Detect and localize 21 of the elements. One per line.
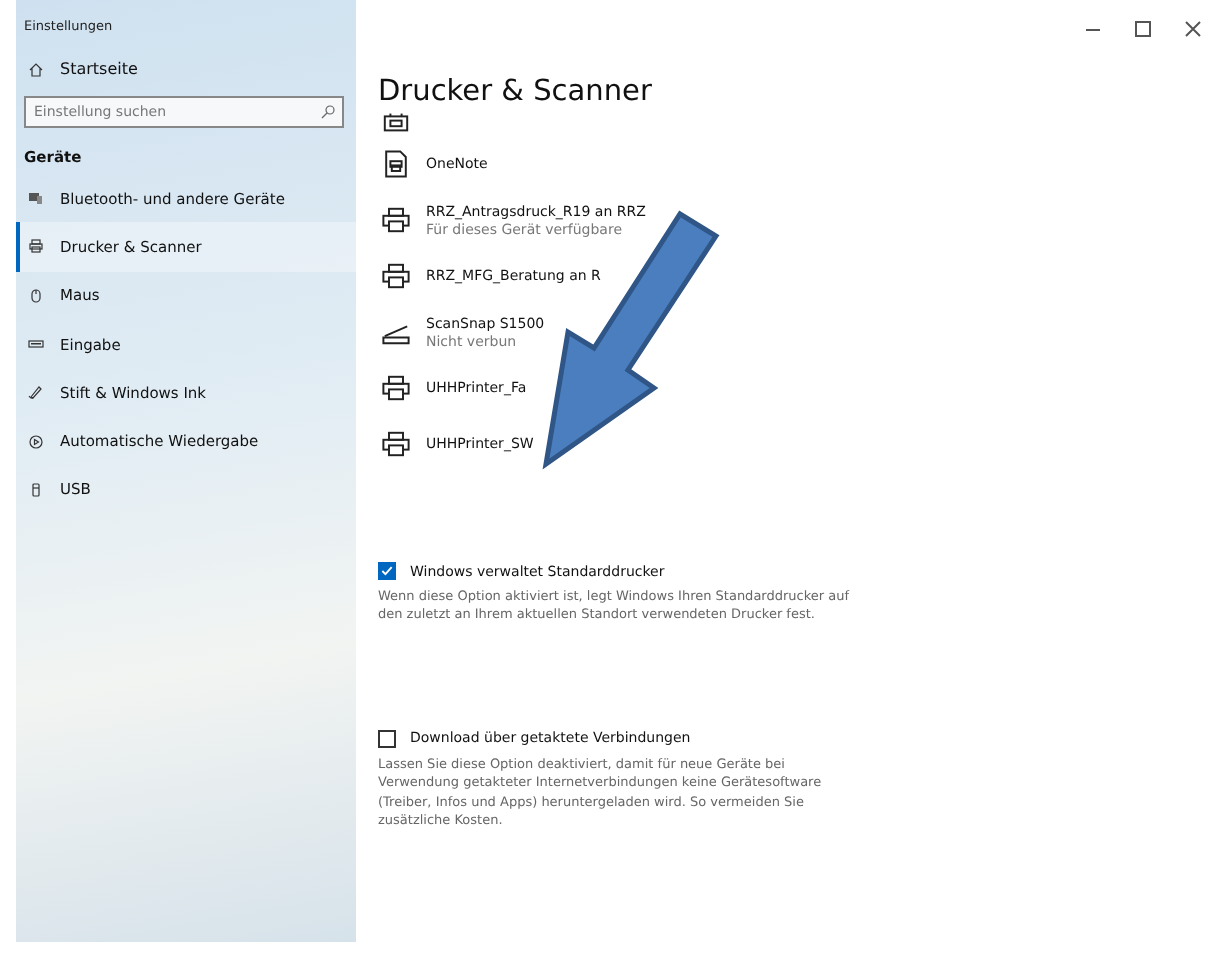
devices-icon — [28, 190, 44, 207]
mouse-icon — [28, 287, 44, 304]
printer-icon — [382, 374, 410, 402]
document-printer-icon — [382, 150, 410, 178]
close-icon[interactable] — [1184, 20, 1202, 38]
printer-icon — [382, 262, 410, 290]
checkbox-box[interactable] — [378, 729, 396, 748]
checkbox-box[interactable] — [378, 562, 396, 580]
printer-icon — [28, 238, 44, 255]
pen-icon — [28, 384, 44, 401]
search-icon — [320, 104, 336, 120]
home-link[interactable]: Startseite — [28, 60, 356, 78]
page-title: Drucker & Scanner — [378, 76, 654, 108]
autoplay-icon — [28, 433, 44, 450]
maximize-icon[interactable] — [1134, 20, 1152, 38]
home-icon — [28, 61, 44, 77]
usb-icon — [28, 481, 44, 498]
keyboard-icon — [28, 336, 44, 353]
printer-icon — [382, 206, 410, 234]
fax-icon — [382, 108, 410, 136]
printer-icon — [382, 430, 410, 458]
